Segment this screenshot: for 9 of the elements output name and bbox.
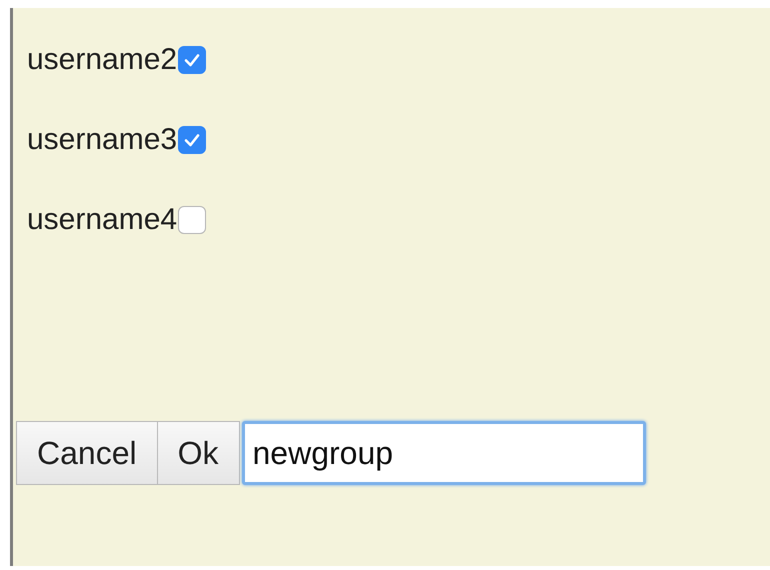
- username-label: username3: [27, 123, 178, 157]
- ok-button[interactable]: Ok: [158, 421, 240, 485]
- group-name-field[interactable]: newgroup: [242, 421, 646, 485]
- cancel-button[interactable]: Cancel: [16, 421, 158, 485]
- checkbox[interactable]: [178, 46, 206, 74]
- checkbox[interactable]: [178, 206, 206, 234]
- username-label: username2: [27, 43, 178, 77]
- checkbox[interactable]: [178, 126, 206, 154]
- username-label: username4: [27, 203, 178, 237]
